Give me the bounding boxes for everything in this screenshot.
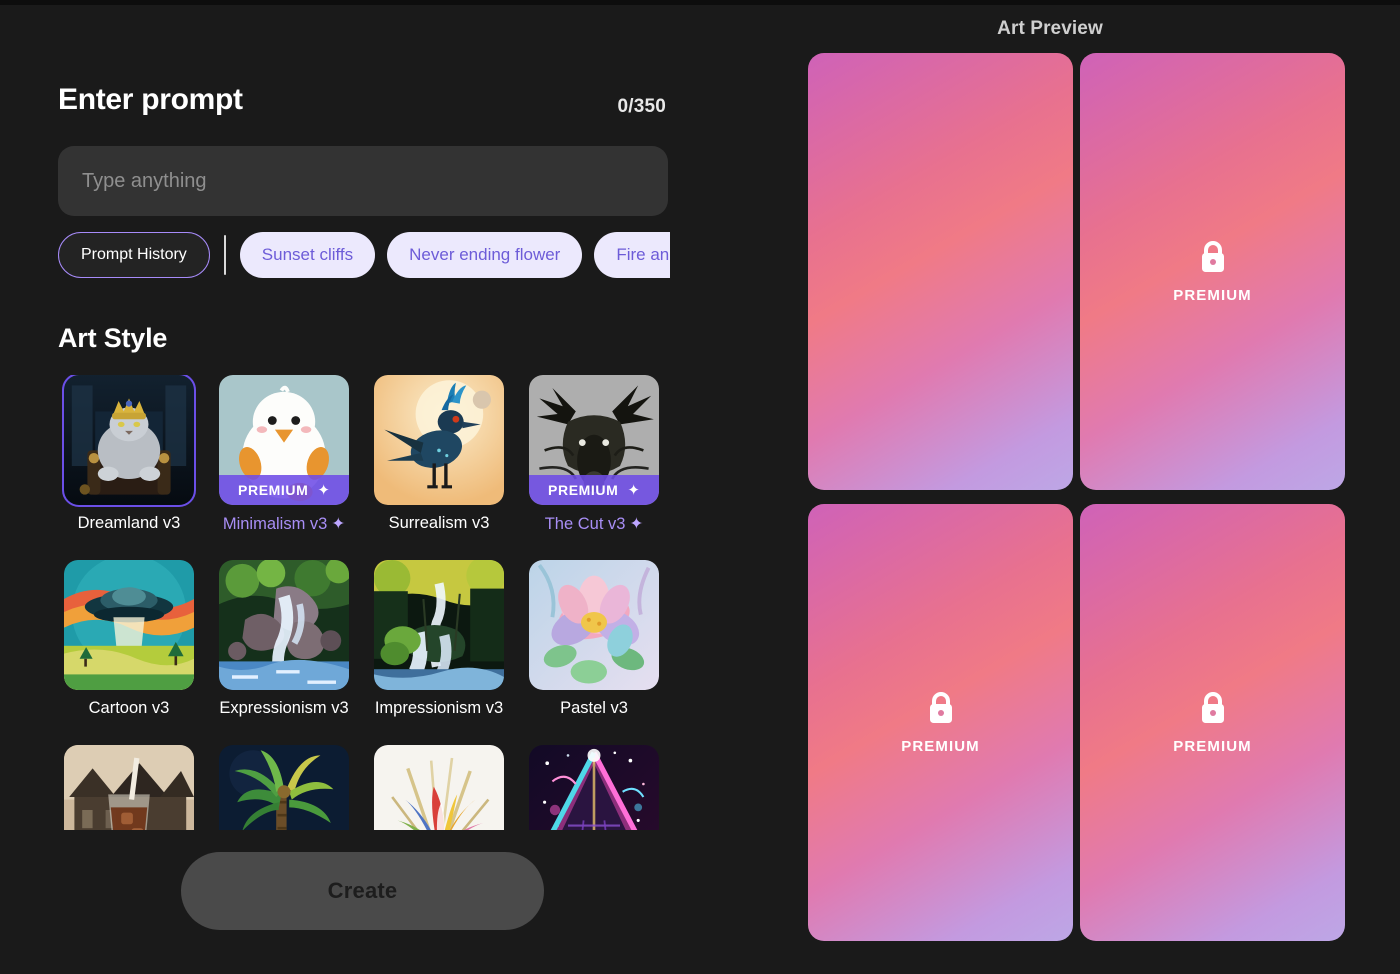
art-preview-title: Art Preview xyxy=(997,18,1103,39)
premium-badge-label: PREMIUM xyxy=(238,482,309,498)
art-style-label: Surrealism v3 xyxy=(388,514,490,532)
art-style-preview-image xyxy=(64,745,194,830)
premium-badge-label: PREMIUM xyxy=(548,482,619,498)
art-style-row: Cartoon v3 Expressionism v3 Impressionis… xyxy=(58,560,678,745)
art-style-grid: Dreamland v3 PREMIUM ✦ Minimalism v3 ✦ S… xyxy=(58,375,678,830)
art-style-option[interactable]: PREMIUM ✦ Minimalism v3 ✦ xyxy=(219,375,349,534)
art-style-thumbnail[interactable] xyxy=(219,745,349,830)
premium-badge: PREMIUM ✦ xyxy=(529,475,659,505)
art-style-preview-image xyxy=(219,560,349,690)
art-style-thumbnail[interactable] xyxy=(374,375,504,505)
art-style-preview-image xyxy=(374,560,504,690)
art-style-label: Dreamland v3 xyxy=(77,514,181,532)
art-style-thumbnail[interactable] xyxy=(374,560,504,690)
art-style-label: Cartoon v3 xyxy=(88,699,170,717)
app-root: Enter prompt 0/350 Prompt History Sunset… xyxy=(0,0,1400,974)
chips-divider xyxy=(223,235,226,275)
page-title: Enter prompt xyxy=(58,83,243,116)
art-style-thumbnail[interactable]: PREMIUM ✦ xyxy=(529,375,659,505)
suggestion-chip-1[interactable]: Never ending flower xyxy=(387,232,583,278)
art-style-label: Minimalism v3 ✦ xyxy=(222,515,346,533)
premium-lock-overlay: PREMIUM xyxy=(1080,691,1345,755)
art-style-option[interactable]: Surrealism v3 xyxy=(374,375,504,533)
art-style-label: Pastel v3 xyxy=(560,699,628,717)
art-style-option[interactable] xyxy=(529,745,659,830)
art-preview-card[interactable]: PREMIUM xyxy=(808,504,1073,941)
art-style-preview-image xyxy=(219,745,349,830)
art-style-option[interactable] xyxy=(219,745,349,830)
art-style-row xyxy=(58,745,678,830)
premium-lock-overlay: PREMIUM xyxy=(808,691,1073,755)
art-preview-card[interactable]: PREMIUM xyxy=(1080,504,1345,941)
art-style-preview-image xyxy=(529,745,659,830)
prompt-input[interactable] xyxy=(58,146,668,216)
prompt-editor-panel: Enter prompt 0/350 Prompt History Sunset… xyxy=(0,5,700,974)
art-preview-card[interactable] xyxy=(808,53,1073,490)
premium-lock-overlay: PREMIUM xyxy=(1080,240,1345,304)
art-style-preview-image xyxy=(64,375,194,505)
suggestion-chip-2[interactable]: Fire and xyxy=(594,232,670,278)
art-style-thumbnail[interactable] xyxy=(529,745,659,830)
sparkle-icon: ✦ xyxy=(331,515,346,533)
art-style-heading: Art Style xyxy=(58,323,168,353)
sparkle-icon: ✦ xyxy=(627,481,640,499)
premium-label: PREMIUM xyxy=(1173,286,1252,304)
art-style-preview-image xyxy=(374,745,504,830)
art-style-preview-image xyxy=(529,560,659,690)
art-style-thumbnail[interactable] xyxy=(529,560,659,690)
prompt-history-button[interactable]: Prompt History xyxy=(58,232,210,278)
art-style-option[interactable] xyxy=(64,745,194,830)
sparkle-icon: ✦ xyxy=(317,481,330,499)
art-style-option[interactable]: Impressionism v3 xyxy=(374,560,504,718)
art-style-option[interactable]: Cartoon v3 xyxy=(64,560,194,718)
art-style-option[interactable] xyxy=(374,745,504,830)
art-style-thumbnail[interactable] xyxy=(64,560,194,690)
art-style-row: Dreamland v3 PREMIUM ✦ Minimalism v3 ✦ S… xyxy=(58,375,678,560)
art-preview-panel: Art Preview PREMIUM PREMIUM PREMIUM xyxy=(700,5,1400,974)
premium-label: PREMIUM xyxy=(901,737,980,755)
art-style-option[interactable]: Expressionism v3 xyxy=(219,560,349,718)
art-style-preview-image xyxy=(374,375,504,505)
prompt-suggestions-row: Prompt History Sunset cliffs Never endin… xyxy=(58,230,670,280)
art-preview-grid: PREMIUM PREMIUM PREMIUM xyxy=(808,53,1353,941)
art-preview-card[interactable]: PREMIUM xyxy=(1080,53,1345,490)
character-counter: 0/350 xyxy=(617,96,666,117)
premium-label: PREMIUM xyxy=(1173,737,1252,755)
lock-icon xyxy=(926,691,956,725)
create-button[interactable]: Create xyxy=(181,852,544,930)
art-style-thumbnail[interactable] xyxy=(64,745,194,830)
art-style-option[interactable]: Dreamland v3 xyxy=(62,375,196,533)
art-style-option[interactable]: PREMIUM ✦ The Cut v3 ✦ xyxy=(529,375,659,534)
art-style-label: The Cut v3 ✦ xyxy=(544,515,644,533)
art-style-preview-image xyxy=(64,560,194,690)
sparkle-icon: ✦ xyxy=(629,515,644,533)
lock-icon xyxy=(1198,691,1228,725)
art-style-thumbnail[interactable]: PREMIUM ✦ xyxy=(219,375,349,505)
premium-badge: PREMIUM ✦ xyxy=(219,475,349,505)
art-style-thumbnail[interactable] xyxy=(219,560,349,690)
prompt-header: Enter prompt 0/350 xyxy=(58,83,670,127)
art-style-label: Impressionism v3 xyxy=(374,699,504,717)
art-style-thumbnail-selected[interactable] xyxy=(62,375,196,507)
suggestion-chip-0[interactable]: Sunset cliffs xyxy=(239,232,376,278)
art-style-thumbnail[interactable] xyxy=(374,745,504,830)
art-style-option[interactable]: Pastel v3 xyxy=(529,560,659,718)
lock-icon xyxy=(1198,240,1228,274)
art-style-label: Expressionism v3 xyxy=(219,699,349,717)
